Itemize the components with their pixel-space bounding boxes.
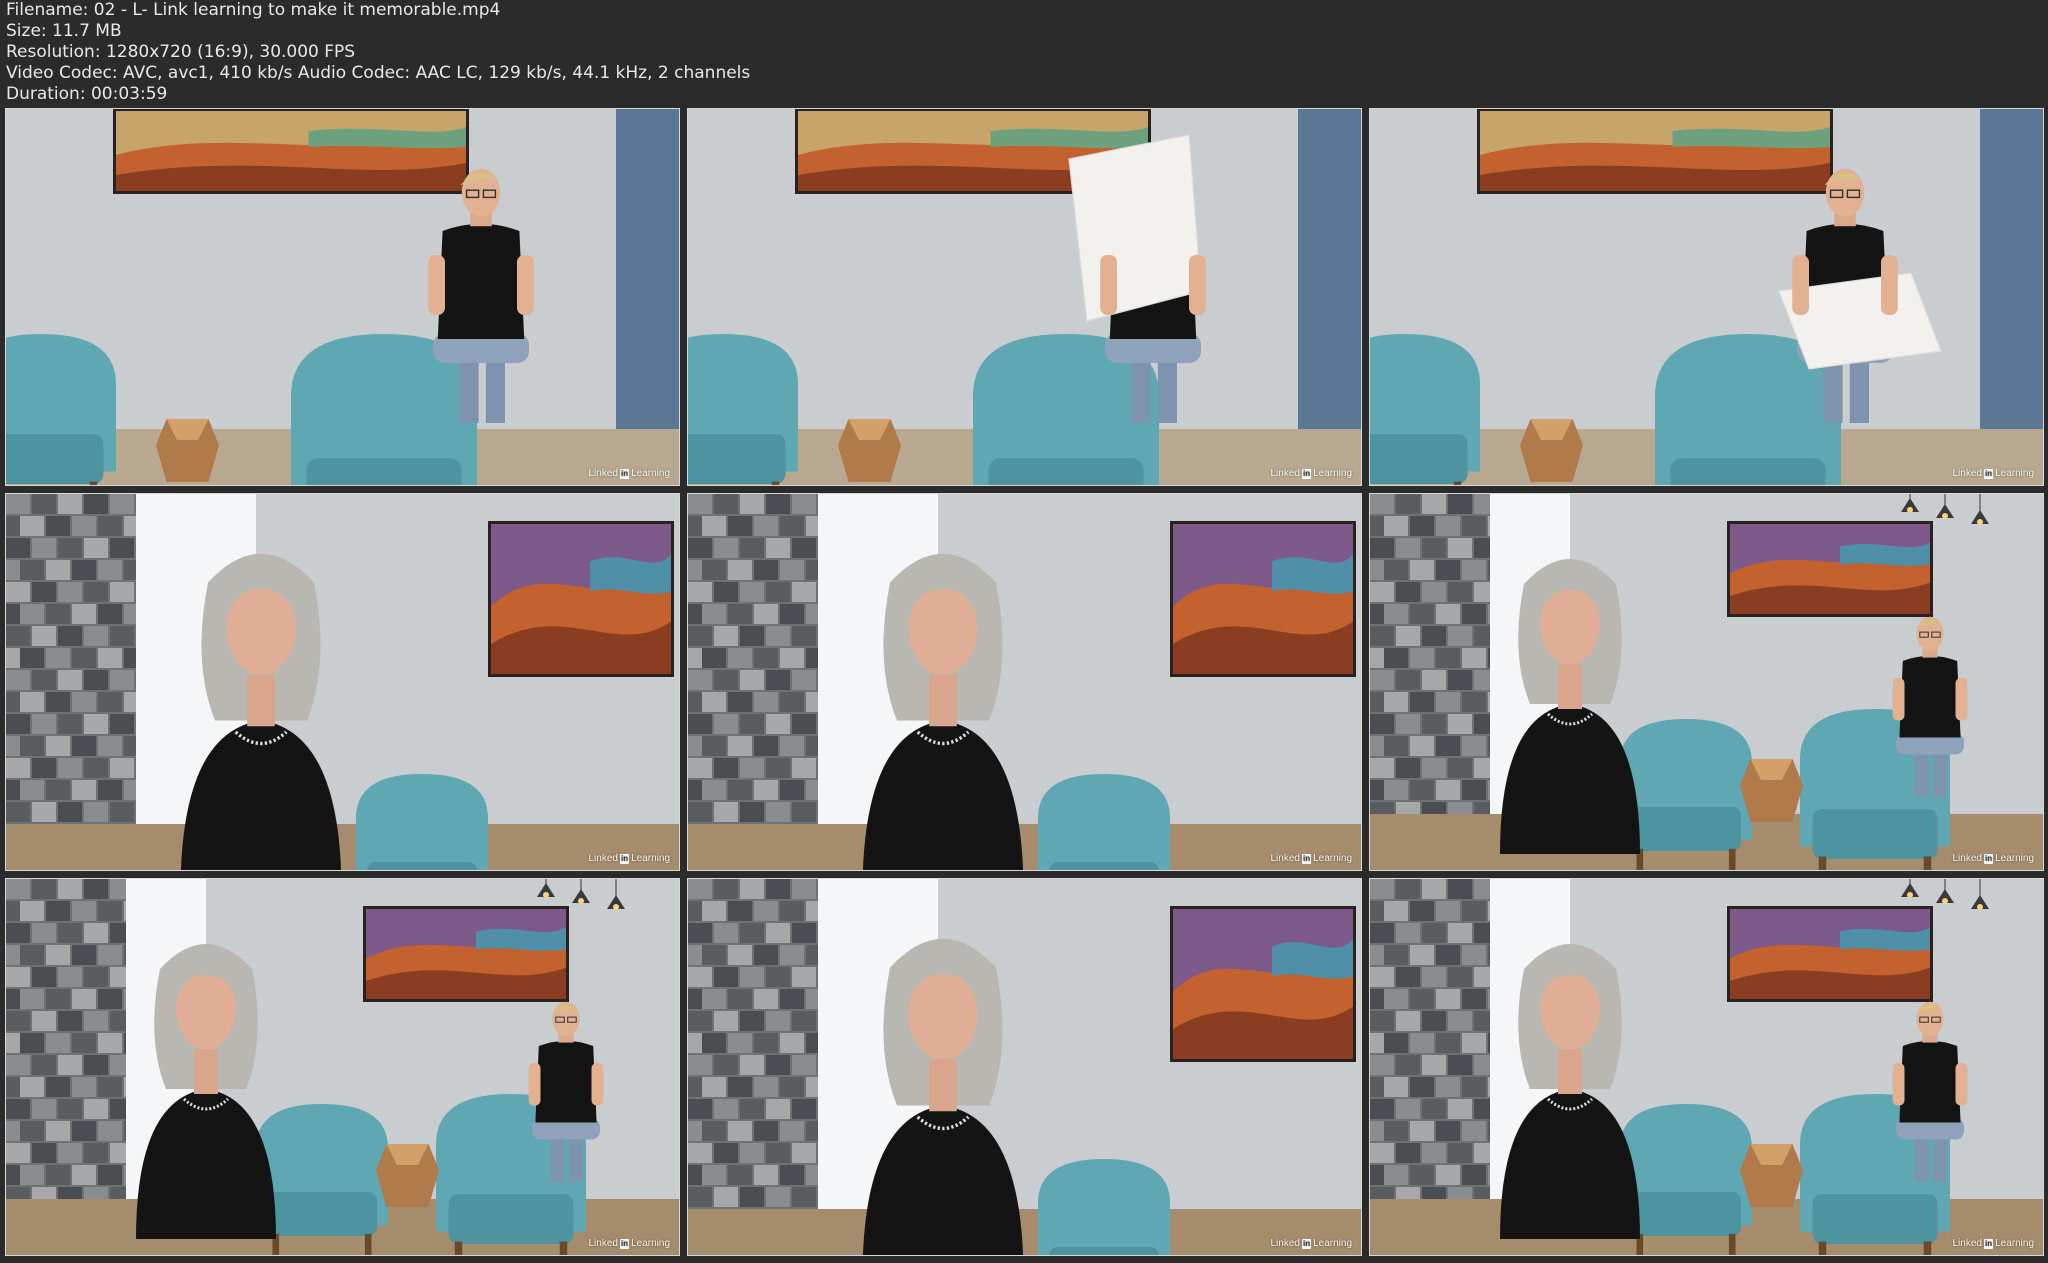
linkedin-logo-icon: in bbox=[619, 853, 630, 864]
watermark-prefix: Linked bbox=[1952, 468, 1982, 479]
watermark-suffix: Learning bbox=[631, 853, 670, 864]
linkedin-logo-icon: in bbox=[1983, 853, 1994, 864]
duration-line: Duration: 00:03:59 bbox=[6, 84, 2042, 105]
watermark-prefix: Linked bbox=[1270, 468, 1300, 479]
watermark-prefix: Linked bbox=[588, 468, 618, 479]
linkedin-logo-icon: in bbox=[619, 468, 630, 479]
linkedin-logo-icon: in bbox=[1983, 468, 1994, 479]
linkedin-learning-watermark: Linked in Learning bbox=[1271, 853, 1353, 864]
watermark-suffix: Learning bbox=[1313, 1238, 1352, 1249]
video-frame-icon bbox=[6, 879, 679, 1255]
video-frame-icon bbox=[688, 879, 1361, 1255]
video-thumbnail: Linked in Learning bbox=[1369, 108, 2044, 486]
duration-label: Duration: bbox=[6, 84, 86, 104]
watermark-suffix: Learning bbox=[1995, 1238, 2034, 1249]
video-frame-icon bbox=[1370, 494, 2043, 870]
filename-line: Filename: 02 - L- Link learning to make … bbox=[6, 0, 2042, 21]
video-thumbnail: Linked in Learning bbox=[5, 108, 680, 486]
video-thumbnail: Linked in Learning bbox=[687, 108, 1362, 486]
linkedin-learning-watermark: Linked in Learning bbox=[1953, 468, 2035, 479]
video-thumbnail: Linked in Learning bbox=[5, 878, 680, 1256]
video-thumbnail: Linked in Learning bbox=[1369, 493, 2044, 871]
linkedin-learning-watermark: Linked in Learning bbox=[1271, 1238, 1353, 1249]
video-frame-icon bbox=[688, 494, 1361, 870]
file-info-panel: Filename: 02 - L- Link learning to make … bbox=[6, 0, 2042, 105]
watermark-prefix: Linked bbox=[588, 853, 618, 864]
codec-line: Video Codec: AVC, avc1, 410 kb/s Audio C… bbox=[6, 63, 2042, 84]
audio-codec-value: AAC LC, 129 kb/s, 44.1 kHz, 2 channels bbox=[415, 63, 751, 83]
linkedin-logo-icon: in bbox=[1301, 1238, 1312, 1249]
watermark-prefix: Linked bbox=[1952, 853, 1982, 864]
linkedin-logo-icon: in bbox=[1983, 1238, 1994, 1249]
linkedin-logo-icon: in bbox=[619, 1238, 630, 1249]
watermark-suffix: Learning bbox=[1995, 468, 2034, 479]
video-frame-icon bbox=[1370, 879, 2043, 1255]
linkedin-logo-icon: in bbox=[1301, 468, 1312, 479]
linkedin-learning-watermark: Linked in Learning bbox=[1271, 468, 1353, 479]
resolution-label: Resolution: bbox=[6, 42, 101, 62]
resolution-value: 1280x720 (16:9), 30.000 FPS bbox=[105, 42, 356, 62]
video-codec-label: Video Codec: bbox=[6, 63, 118, 83]
linkedin-learning-watermark: Linked in Learning bbox=[589, 853, 671, 864]
watermark-suffix: Learning bbox=[631, 1238, 670, 1249]
video-frame-icon bbox=[688, 109, 1361, 485]
linkedin-learning-watermark: Linked in Learning bbox=[1953, 1238, 2035, 1249]
linkedin-logo-icon: in bbox=[1301, 853, 1312, 864]
video-frame-icon bbox=[6, 494, 679, 870]
video-frame-icon bbox=[6, 109, 679, 485]
watermark-suffix: Learning bbox=[1313, 468, 1352, 479]
video-thumbnail: Linked in Learning bbox=[687, 878, 1362, 1256]
watermark-prefix: Linked bbox=[1270, 1238, 1300, 1249]
video-thumbnail: Linked in Learning bbox=[687, 493, 1362, 871]
linkedin-learning-watermark: Linked in Learning bbox=[589, 1238, 671, 1249]
size-label: Size: bbox=[6, 21, 47, 41]
watermark-suffix: Learning bbox=[1313, 853, 1352, 864]
audio-codec-label: Audio Codec: bbox=[297, 63, 411, 83]
size-line: Size: 11.7 MB bbox=[6, 21, 2042, 42]
watermark-prefix: Linked bbox=[1270, 853, 1300, 864]
linkedin-learning-watermark: Linked in Learning bbox=[1953, 853, 2035, 864]
duration-value: 00:03:59 bbox=[90, 84, 168, 104]
video-thumbnail: Linked in Learning bbox=[1369, 878, 2044, 1256]
watermark-prefix: Linked bbox=[588, 1238, 618, 1249]
video-codec-value: AVC, avc1, 410 kb/s bbox=[123, 63, 293, 83]
watermark-suffix: Learning bbox=[1995, 853, 2034, 864]
watermark-suffix: Learning bbox=[631, 468, 670, 479]
filename-value: 02 - L- Link learning to make it memorab… bbox=[93, 0, 501, 20]
size-value: 11.7 MB bbox=[52, 21, 122, 41]
filename-label: Filename: bbox=[6, 0, 89, 20]
thumbnail-grid: Linked in Learning Linked in Learning Li… bbox=[5, 108, 2044, 1260]
video-thumbnail: Linked in Learning bbox=[5, 493, 680, 871]
watermark-prefix: Linked bbox=[1952, 1238, 1982, 1249]
resolution-line: Resolution: 1280x720 (16:9), 30.000 FPS bbox=[6, 42, 2042, 63]
linkedin-learning-watermark: Linked in Learning bbox=[589, 468, 671, 479]
video-frame-icon bbox=[1370, 109, 2043, 485]
